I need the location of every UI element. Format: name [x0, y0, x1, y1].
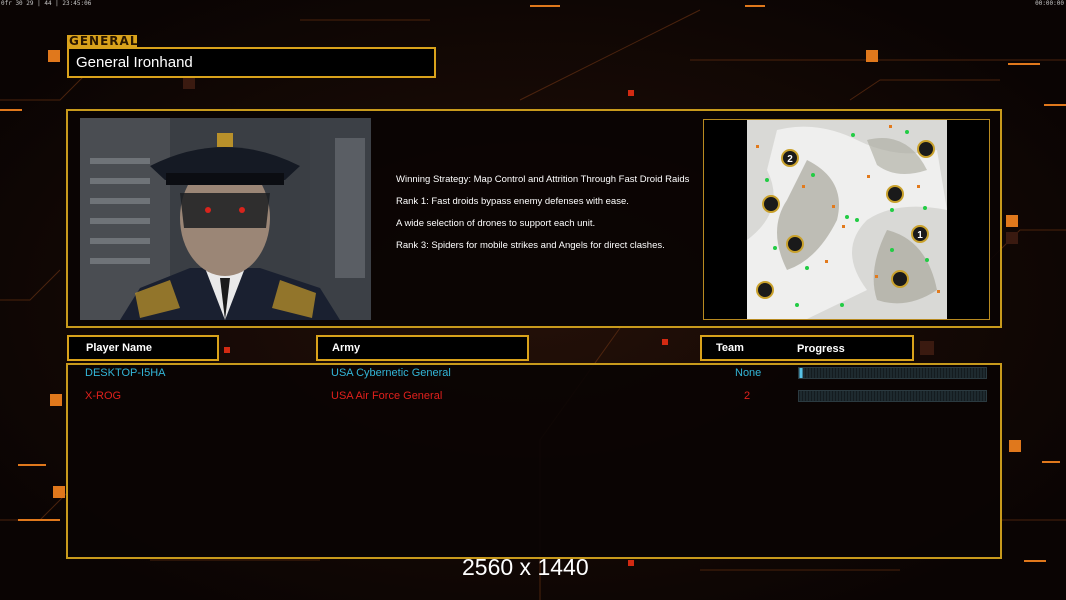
section-tag: GENERAL [67, 34, 139, 48]
player-name-1: DESKTOP-I5HA [85, 367, 166, 379]
player-army-1: USA Cybernetic General [331, 367, 451, 379]
header-player-name: Player Name [67, 335, 219, 361]
map-preview[interactable]: 2 1 [747, 120, 947, 319]
strategy-description: Winning Strategy: Map Control and Attrit… [396, 174, 696, 262]
start-position-2: 2 [787, 154, 793, 165]
general-portrait [80, 118, 371, 320]
header-army: Army [316, 335, 529, 361]
player-name-2: X-ROG [85, 390, 122, 402]
general-name: General Ironhand [67, 47, 436, 78]
header-team: Team [716, 342, 744, 354]
start-position-1: 1 [917, 230, 923, 241]
status-bar-clock: 00:00:00 [1035, 0, 1064, 7]
player-team-1: None [735, 367, 762, 379]
header-progress: Progress [797, 343, 845, 355]
progress-bar-2 [798, 390, 987, 402]
strategy-line: Winning Strategy: Map Control and Attrit… [396, 174, 690, 185]
header-team-progress: Team Progress [700, 335, 914, 361]
player-army-2: USA Air Force General [331, 390, 443, 402]
resolution-label: 2560 x 1440 [462, 554, 589, 580]
rank3-line: Rank 3: Spiders for mobile strikes and A… [396, 240, 665, 251]
progress-bar-1 [798, 367, 987, 379]
status-bar-left: 0fr 30 29 | 44 | 23:45:06 [1, 0, 92, 7]
rank1-line: Rank 1: Fast droids bypass enemy defense… [396, 196, 629, 207]
drone-line: A wide selection of drones to support ea… [396, 218, 596, 229]
player-team-2: 2 [744, 390, 751, 402]
